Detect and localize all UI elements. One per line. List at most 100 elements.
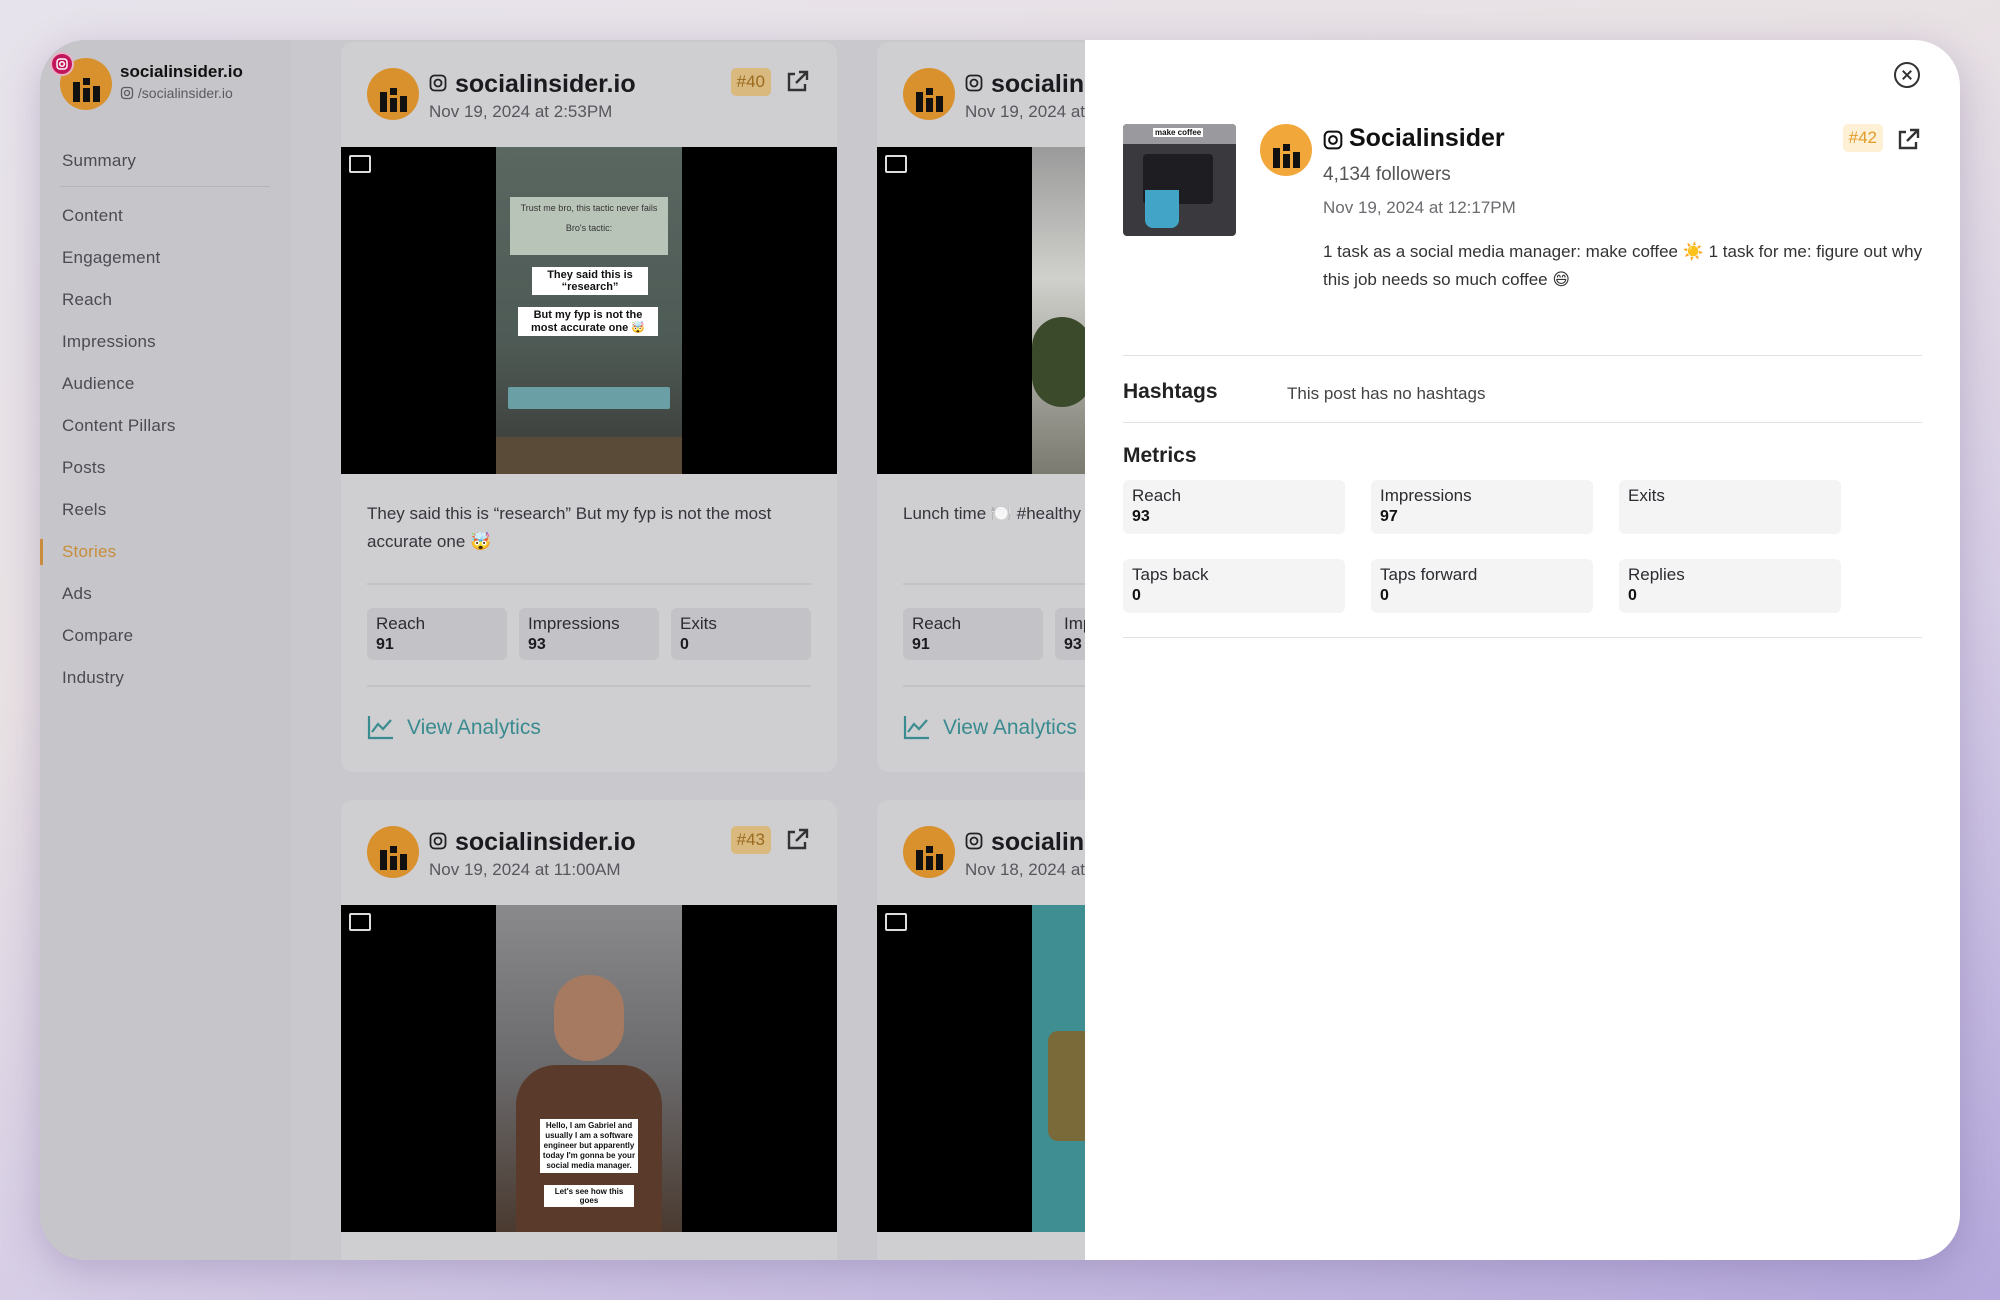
image-type-icon (349, 155, 371, 173)
account-avatar (903, 68, 955, 120)
metric-value: 0 (1132, 587, 1141, 604)
sidebar-item-engagement[interactable]: Engagement (40, 237, 290, 279)
story-bowl (1032, 317, 1092, 407)
blue-mug (1145, 190, 1179, 228)
account-name: Socialinsider (1349, 124, 1505, 152)
view-analytics-button[interactable]: View Analytics (367, 714, 541, 744)
close-icon[interactable] (1894, 62, 1920, 88)
story-card: socialinsider.io Nov 19, 2024 at 2:53PM … (341, 42, 837, 772)
metric-exits: Exits 0 (671, 608, 811, 660)
post-date: Nov 18, 2024 at (965, 860, 1086, 879)
metrics-heading: Metrics (1123, 444, 1197, 467)
metric-reach: Reach 91 (903, 608, 1043, 660)
person-face (554, 975, 624, 1061)
sidebar-item-content-pillars[interactable]: Content Pillars (40, 405, 290, 447)
sidebar-item-reels[interactable]: Reels (40, 489, 290, 531)
metric-taps-back: Taps back 0 (1123, 559, 1345, 613)
metric-label: Impressions (1380, 486, 1472, 505)
instagram-icon (1323, 130, 1343, 150)
metric-value: 93 (528, 636, 546, 653)
image-type-icon (349, 913, 371, 931)
instagram-icon (965, 832, 983, 850)
story-screen (508, 387, 670, 409)
sidebar: socialinsider.io /socialinsider.io Summa… (40, 40, 290, 1260)
sidebar-item-impressions[interactable]: Impressions (40, 321, 290, 363)
external-link-icon[interactable] (783, 826, 811, 854)
story-preview: Hello, I am Gabriel and usually I am a s… (496, 905, 682, 1232)
app-window: socialinsider.io /socialinsider.io Summa… (40, 40, 1960, 1260)
sidebar-item-audience[interactable]: Audience (40, 363, 290, 405)
view-analytics-label: View Analytics (943, 716, 1077, 739)
line-chart-icon (903, 716, 929, 740)
rank-badge: #40 (730, 68, 771, 96)
story-desk (496, 437, 682, 474)
metric-value: 91 (912, 636, 930, 653)
rank-badge: #43 (730, 826, 771, 854)
story-thumbnail[interactable]: make coffee (1123, 124, 1236, 236)
sidebar-item-posts[interactable]: Posts (40, 447, 290, 489)
account-avatar (903, 826, 955, 878)
metric-value: 0 (1628, 587, 1637, 604)
post-date: Nov 19, 2024 at (965, 102, 1086, 121)
sidebar-item-stories[interactable]: Stories (40, 531, 290, 573)
story-text: Hello, I am Gabriel and usually I am a s… (540, 1119, 638, 1173)
sidebar-item-reach[interactable]: Reach (40, 279, 290, 321)
post-caption: 1 task as a social media manager: make c… (1323, 242, 1923, 289)
story-card: socialinsider.io Nov 19, 2024 at 11:00AM… (341, 800, 837, 1260)
external-link-icon[interactable] (1894, 126, 1922, 154)
external-link-icon[interactable] (783, 68, 811, 96)
story-detail-panel: make coffee Socialinsider 4,134 follower… (1085, 40, 1960, 1260)
instagram-badge-icon (50, 52, 74, 76)
metric-reach: Reach 93 (1123, 480, 1345, 534)
metric-exits: Exits (1619, 480, 1841, 534)
thumb-text: make coffee (1153, 128, 1204, 137)
metric-label: Taps forward (1380, 565, 1478, 584)
hashtags-empty-text: This post has no hashtags (1287, 384, 1486, 403)
metric-value: 0 (1380, 587, 1389, 604)
story-text: Bro's tactic: (565, 223, 613, 233)
metric-label: Taps back (1132, 565, 1209, 584)
story-text: Trust me bro, this tactic never fails (520, 203, 658, 213)
brand-name: socialinsider.io (120, 62, 243, 81)
account-name: socialinsider.io (455, 70, 636, 98)
sidebar-item-industry[interactable]: Industry (40, 657, 290, 699)
sidebar-item-ads[interactable]: Ads (40, 573, 290, 615)
brand-handle-text: /socialinsider.io (137, 85, 233, 101)
story-text-block: Trust me bro, this tactic never fails Bro… (510, 197, 668, 255)
followers-count: 4,134 followers (1323, 164, 1451, 185)
divider (1123, 637, 1922, 638)
divider (1123, 355, 1922, 356)
account-avatar (367, 826, 419, 878)
view-analytics-label: View Analytics (407, 716, 541, 739)
sidebar-item-content[interactable]: Content (40, 195, 290, 237)
metric-value: 91 (376, 636, 394, 653)
story-media[interactable]: Trust me bro, this tactic never fails Bro… (341, 147, 837, 474)
sidebar-item-summary[interactable]: Summary (40, 140, 290, 182)
rank-badge: #42 (1842, 124, 1883, 152)
account-avatar (367, 68, 419, 120)
instagram-icon (429, 832, 447, 850)
metric-label: Reach (1132, 486, 1182, 505)
metric-label: Reach (912, 614, 962, 633)
metric-replies: Replies 0 (1619, 559, 1841, 613)
metric-impressions: Impressions 93 (519, 608, 659, 660)
metric-value: 93 (1132, 508, 1150, 525)
brand-handle: /socialinsider.io (120, 85, 233, 101)
story-text: Let's see how this goes (544, 1185, 634, 1207)
post-date: Nov 19, 2024 at 11:00AM (429, 860, 621, 879)
metric-taps-forward: Taps forward 0 (1371, 559, 1593, 613)
view-analytics-button[interactable]: View Analytics (903, 714, 1077, 744)
metric-impressions: Impressions 97 (1371, 480, 1593, 534)
metric-label: Replies (1628, 565, 1685, 584)
sidebar-item-compare[interactable]: Compare (40, 615, 290, 657)
instagram-icon (429, 74, 447, 92)
story-media[interactable]: Hello, I am Gabriel and usually I am a s… (341, 905, 837, 1232)
image-type-icon (885, 913, 907, 931)
instagram-icon (965, 74, 983, 92)
account-name: socialinsider.io (455, 828, 636, 856)
metric-label: Reach (376, 614, 426, 633)
sidebar-nav: Summary Content Engagement Reach Impress… (40, 140, 290, 699)
instagram-icon (120, 86, 134, 100)
brand-profile[interactable]: socialinsider.io /socialinsider.io (50, 52, 290, 118)
post-date: Nov 19, 2024 at 2:53PM (429, 102, 613, 121)
